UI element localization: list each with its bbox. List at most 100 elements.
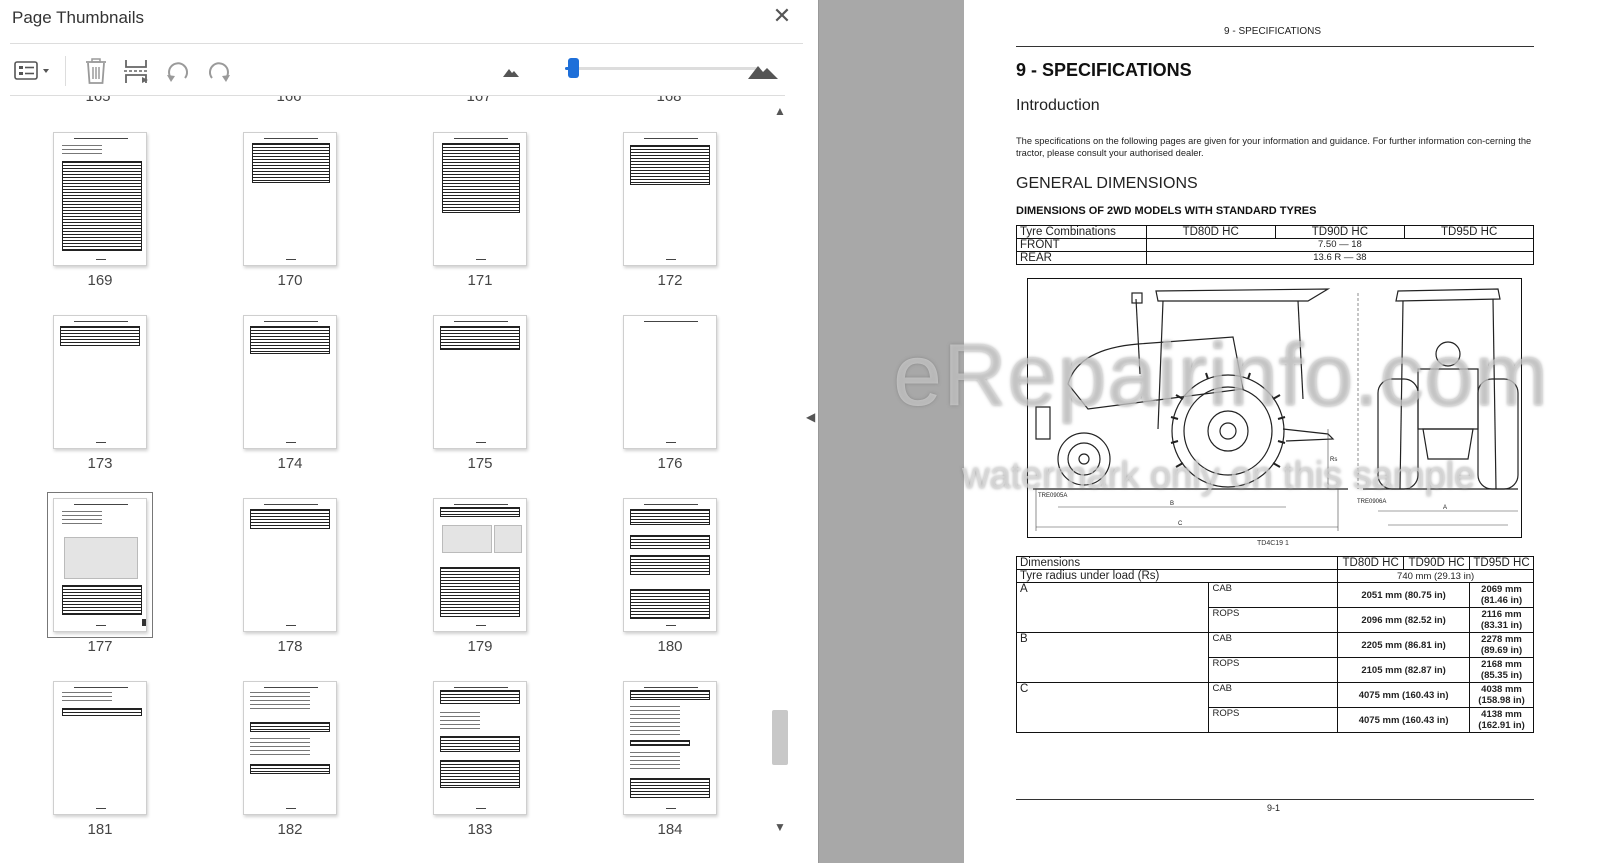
page-thumbnail[interactable] [53, 132, 147, 266]
watermark-subtext: watermark only on this sample [962, 455, 1476, 497]
thumbnail-content [142, 619, 146, 626]
thumbnail-content [630, 555, 710, 575]
page-thumbnail[interactable] [243, 132, 337, 266]
table-cell: A [1015, 582, 1210, 633]
thumbnail-footer-rule [666, 442, 676, 443]
document-page: 9 - SPECIFICATIONS 9 - SPECIFICATIONS In… [964, 0, 1607, 863]
thumbnail-content [440, 326, 520, 350]
rotate-clockwise-icon [209, 62, 230, 82]
chevron-up-icon: ▲ [774, 104, 786, 118]
thumbnail-content [62, 585, 142, 615]
thumbnail-label: 169 [87, 272, 113, 289]
rotate-counterclockwise-button[interactable] [161, 56, 195, 86]
thumbnail-content [250, 764, 330, 774]
thumbnail-header-rule [264, 321, 318, 322]
zoom-slider[interactable] [565, 58, 760, 78]
trash-icon [86, 58, 106, 84]
thumbnail-content [250, 509, 330, 529]
tyre-combinations-table: Tyre Combinations TD80D HC TD90D HC TD95… [1016, 225, 1535, 265]
thumbnail-grid: 165 166 167 168 169 170 171 172 173 174 175 176… [10, 96, 785, 863]
thumbnail-header-rule [644, 138, 698, 139]
watermark-text: eRepairinfo.com [893, 325, 1549, 424]
page-thumbnail[interactable] [53, 681, 147, 815]
insert-pages-icon [124, 60, 148, 83]
page-thumbnail[interactable] [623, 315, 717, 449]
table-heading: DIMENSIONS OF 2WD MODELS WITH STANDARD T… [1016, 205, 1317, 217]
page-thumbnail[interactable] [623, 132, 717, 266]
scroll-up-button[interactable]: ▲ [770, 104, 790, 124]
zoom-in-button[interactable] [745, 56, 781, 86]
scrollbar-thumb[interactable] [772, 710, 788, 765]
table-header-cell: TD95D HC [1404, 225, 1534, 239]
close-panel-button[interactable]: ✕ [770, 4, 794, 28]
thumbnail-options-button[interactable] [10, 56, 54, 86]
page-thumbnail[interactable] [433, 315, 527, 449]
collapse-panel-button[interactable]: ◀ [806, 410, 820, 428]
thumbnail-footer-rule [96, 259, 106, 260]
table-cell: FRONT [1016, 238, 1147, 252]
panel-splitter[interactable] [818, 0, 819, 863]
thumbnail-footer-rule [286, 625, 296, 626]
thumbnail-content [442, 143, 520, 213]
table-cell: ROPS [1208, 657, 1339, 683]
thumbnail-content [630, 778, 710, 798]
page-thumbnail[interactable] [47, 492, 153, 638]
thumbnail-header-rule [454, 504, 508, 505]
table-cell: C [1015, 682, 1210, 733]
page-thumbnail[interactable] [53, 315, 147, 449]
zoom-out-button[interactable] [494, 56, 528, 86]
thumbnail-label: 167 [466, 96, 492, 105]
thumbnail-header-rule [74, 138, 128, 139]
thumbnail-footer-rule [666, 808, 676, 809]
table-cell: 2096 mm (82.52 in) [1337, 607, 1471, 633]
thumbnail-content [630, 509, 710, 525]
insert-pages-button[interactable] [119, 56, 153, 86]
dimension-letter: C [1178, 521, 1183, 527]
table-header-cell: TD95D HC [1469, 556, 1534, 570]
thumbnail-content [440, 760, 520, 788]
thumbnail-scrollbar[interactable]: ▲ ▼ [770, 100, 790, 863]
thumbnail-footer-rule [476, 442, 486, 443]
thumbnail-label: 178 [277, 638, 303, 655]
thumbnail-content [440, 567, 520, 617]
figure-caption: TD4C19 1 [1257, 540, 1289, 547]
table-cell: 2105 mm (82.87 in) [1337, 657, 1471, 683]
page-thumbnail[interactable] [623, 681, 717, 815]
page-thumbnail[interactable] [623, 498, 717, 632]
delete-pages-button[interactable] [79, 56, 113, 86]
thumbnails-panel: Page Thumbnails ✕ 165 166 167 168 169 17… [0, 0, 818, 863]
thumbnail-content [62, 708, 142, 716]
thumbnail-content [60, 326, 140, 346]
table-cell: REAR [1016, 251, 1147, 265]
small-mountain-icon [503, 69, 519, 77]
rotate-counterclockwise-icon [167, 62, 188, 82]
table-cell: 2069 mm (81.46 in) [1469, 582, 1534, 608]
page-thumbnail[interactable] [243, 681, 337, 815]
thumbnail-label: 170 [277, 272, 303, 289]
table-cell: 2278 mm (89.69 in) [1469, 632, 1534, 658]
thumbnail-label: 183 [467, 821, 493, 838]
thumbnail-footer-rule [96, 625, 106, 626]
page-thumbnail[interactable] [433, 132, 527, 266]
thumbnail-footer-rule [96, 442, 106, 443]
thumbnail-header-rule [264, 504, 318, 505]
page-thumbnail[interactable] [433, 498, 527, 632]
thumbnail-footer-rule [476, 808, 486, 809]
page-thumbnail[interactable] [243, 315, 337, 449]
scroll-down-button[interactable]: ▼ [770, 820, 790, 840]
thumbnail-content [630, 589, 710, 619]
rotate-clockwise-button[interactable] [202, 56, 236, 86]
table-cell: 7.50 — 18 [1145, 238, 1535, 252]
section-title: 9 - SPECIFICATIONS [1016, 60, 1192, 80]
thumbnail-content [630, 706, 680, 736]
thumbnail-header-rule [644, 504, 698, 505]
page-thumbnail[interactable] [433, 681, 527, 815]
thumbnail-header-rule [264, 687, 318, 688]
zoom-slider-handle[interactable] [567, 58, 579, 78]
table-cell: 4038 mm (158.98 in) [1469, 682, 1534, 708]
thumbnail-content [62, 145, 102, 155]
thumbnail-label: 168 [656, 96, 682, 105]
page-thumbnail[interactable] [243, 498, 337, 632]
thumbnail-header-rule [454, 687, 508, 688]
table-header-cell: TD80D HC [1145, 225, 1276, 239]
